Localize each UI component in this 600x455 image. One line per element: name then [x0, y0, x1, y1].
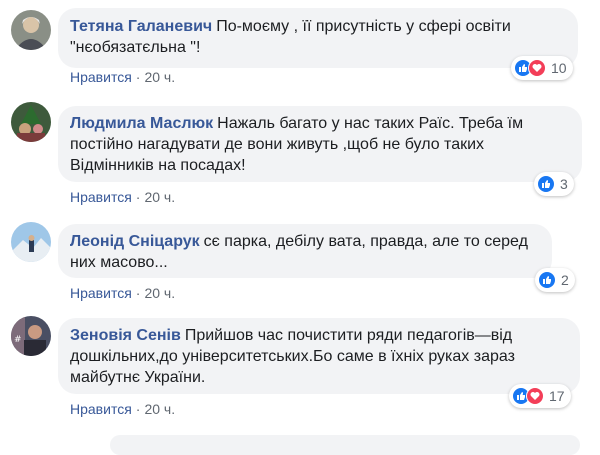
comment-actions: Нравится · 20 ч.	[70, 401, 175, 417]
next-comment-bubble	[110, 435, 580, 455]
comment-author[interactable]: Людмила Маслюк	[70, 115, 213, 132]
comment-author[interactable]: Тетяна Галаневич	[70, 18, 212, 35]
comment-time[interactable]: 20 ч.	[144, 189, 175, 205]
avatar[interactable]	[11, 102, 51, 142]
like-link[interactable]: Нравится	[70, 189, 132, 205]
comment-actions: Нравится · 20 ч.	[70, 285, 175, 301]
comment-actions: Нравится · 20 ч.	[70, 69, 175, 85]
avatar[interactable]	[11, 10, 51, 50]
like-link[interactable]: Нравится	[70, 69, 132, 85]
reactions-summary[interactable]: 10	[511, 56, 573, 80]
separator: ·	[135, 69, 141, 85]
reaction-count: 3	[560, 176, 568, 192]
avatar[interactable]: #	[11, 316, 51, 356]
comment-bubble: Зеновія Сенів Прийшов час почистити ряди …	[58, 318, 580, 394]
heart-icon	[528, 59, 546, 77]
separator: ·	[135, 285, 141, 301]
like-link[interactable]: Нравится	[70, 285, 132, 301]
comment-bubble: Тетяна Галаневич По-моєму , її присутніст…	[58, 8, 578, 68]
thumbs-up-icon	[538, 271, 556, 289]
comment-bubble: Людмила Маслюк Нажаль багато у нас таких …	[58, 106, 582, 182]
thumbs-up-icon	[537, 175, 555, 193]
svg-text:#: #	[14, 335, 22, 345]
reactions-summary[interactable]: 3	[534, 172, 574, 196]
reaction-count: 2	[561, 272, 569, 288]
separator: ·	[135, 189, 141, 205]
comment-author[interactable]: Зеновія Сенів	[70, 327, 181, 344]
reactions-summary[interactable]: 17	[509, 384, 571, 408]
reactions-summary[interactable]: 2	[535, 268, 575, 292]
reaction-count: 10	[551, 60, 567, 76]
heart-icon	[526, 387, 544, 405]
avatar[interactable]	[11, 222, 51, 262]
reaction-count: 17	[549, 388, 565, 404]
comment-author[interactable]: Леонід Сніцарук	[70, 233, 200, 250]
separator: ·	[135, 401, 141, 417]
comment-time[interactable]: 20 ч.	[144, 401, 175, 417]
comment-actions: Нравится · 20 ч.	[70, 189, 175, 205]
comment-time[interactable]: 20 ч.	[144, 285, 175, 301]
like-link[interactable]: Нравится	[70, 401, 132, 417]
comment-bubble: Леонід Сніцарук сє парка, дебілу вата, пр…	[58, 224, 552, 278]
comment-time[interactable]: 20 ч.	[144, 69, 175, 85]
